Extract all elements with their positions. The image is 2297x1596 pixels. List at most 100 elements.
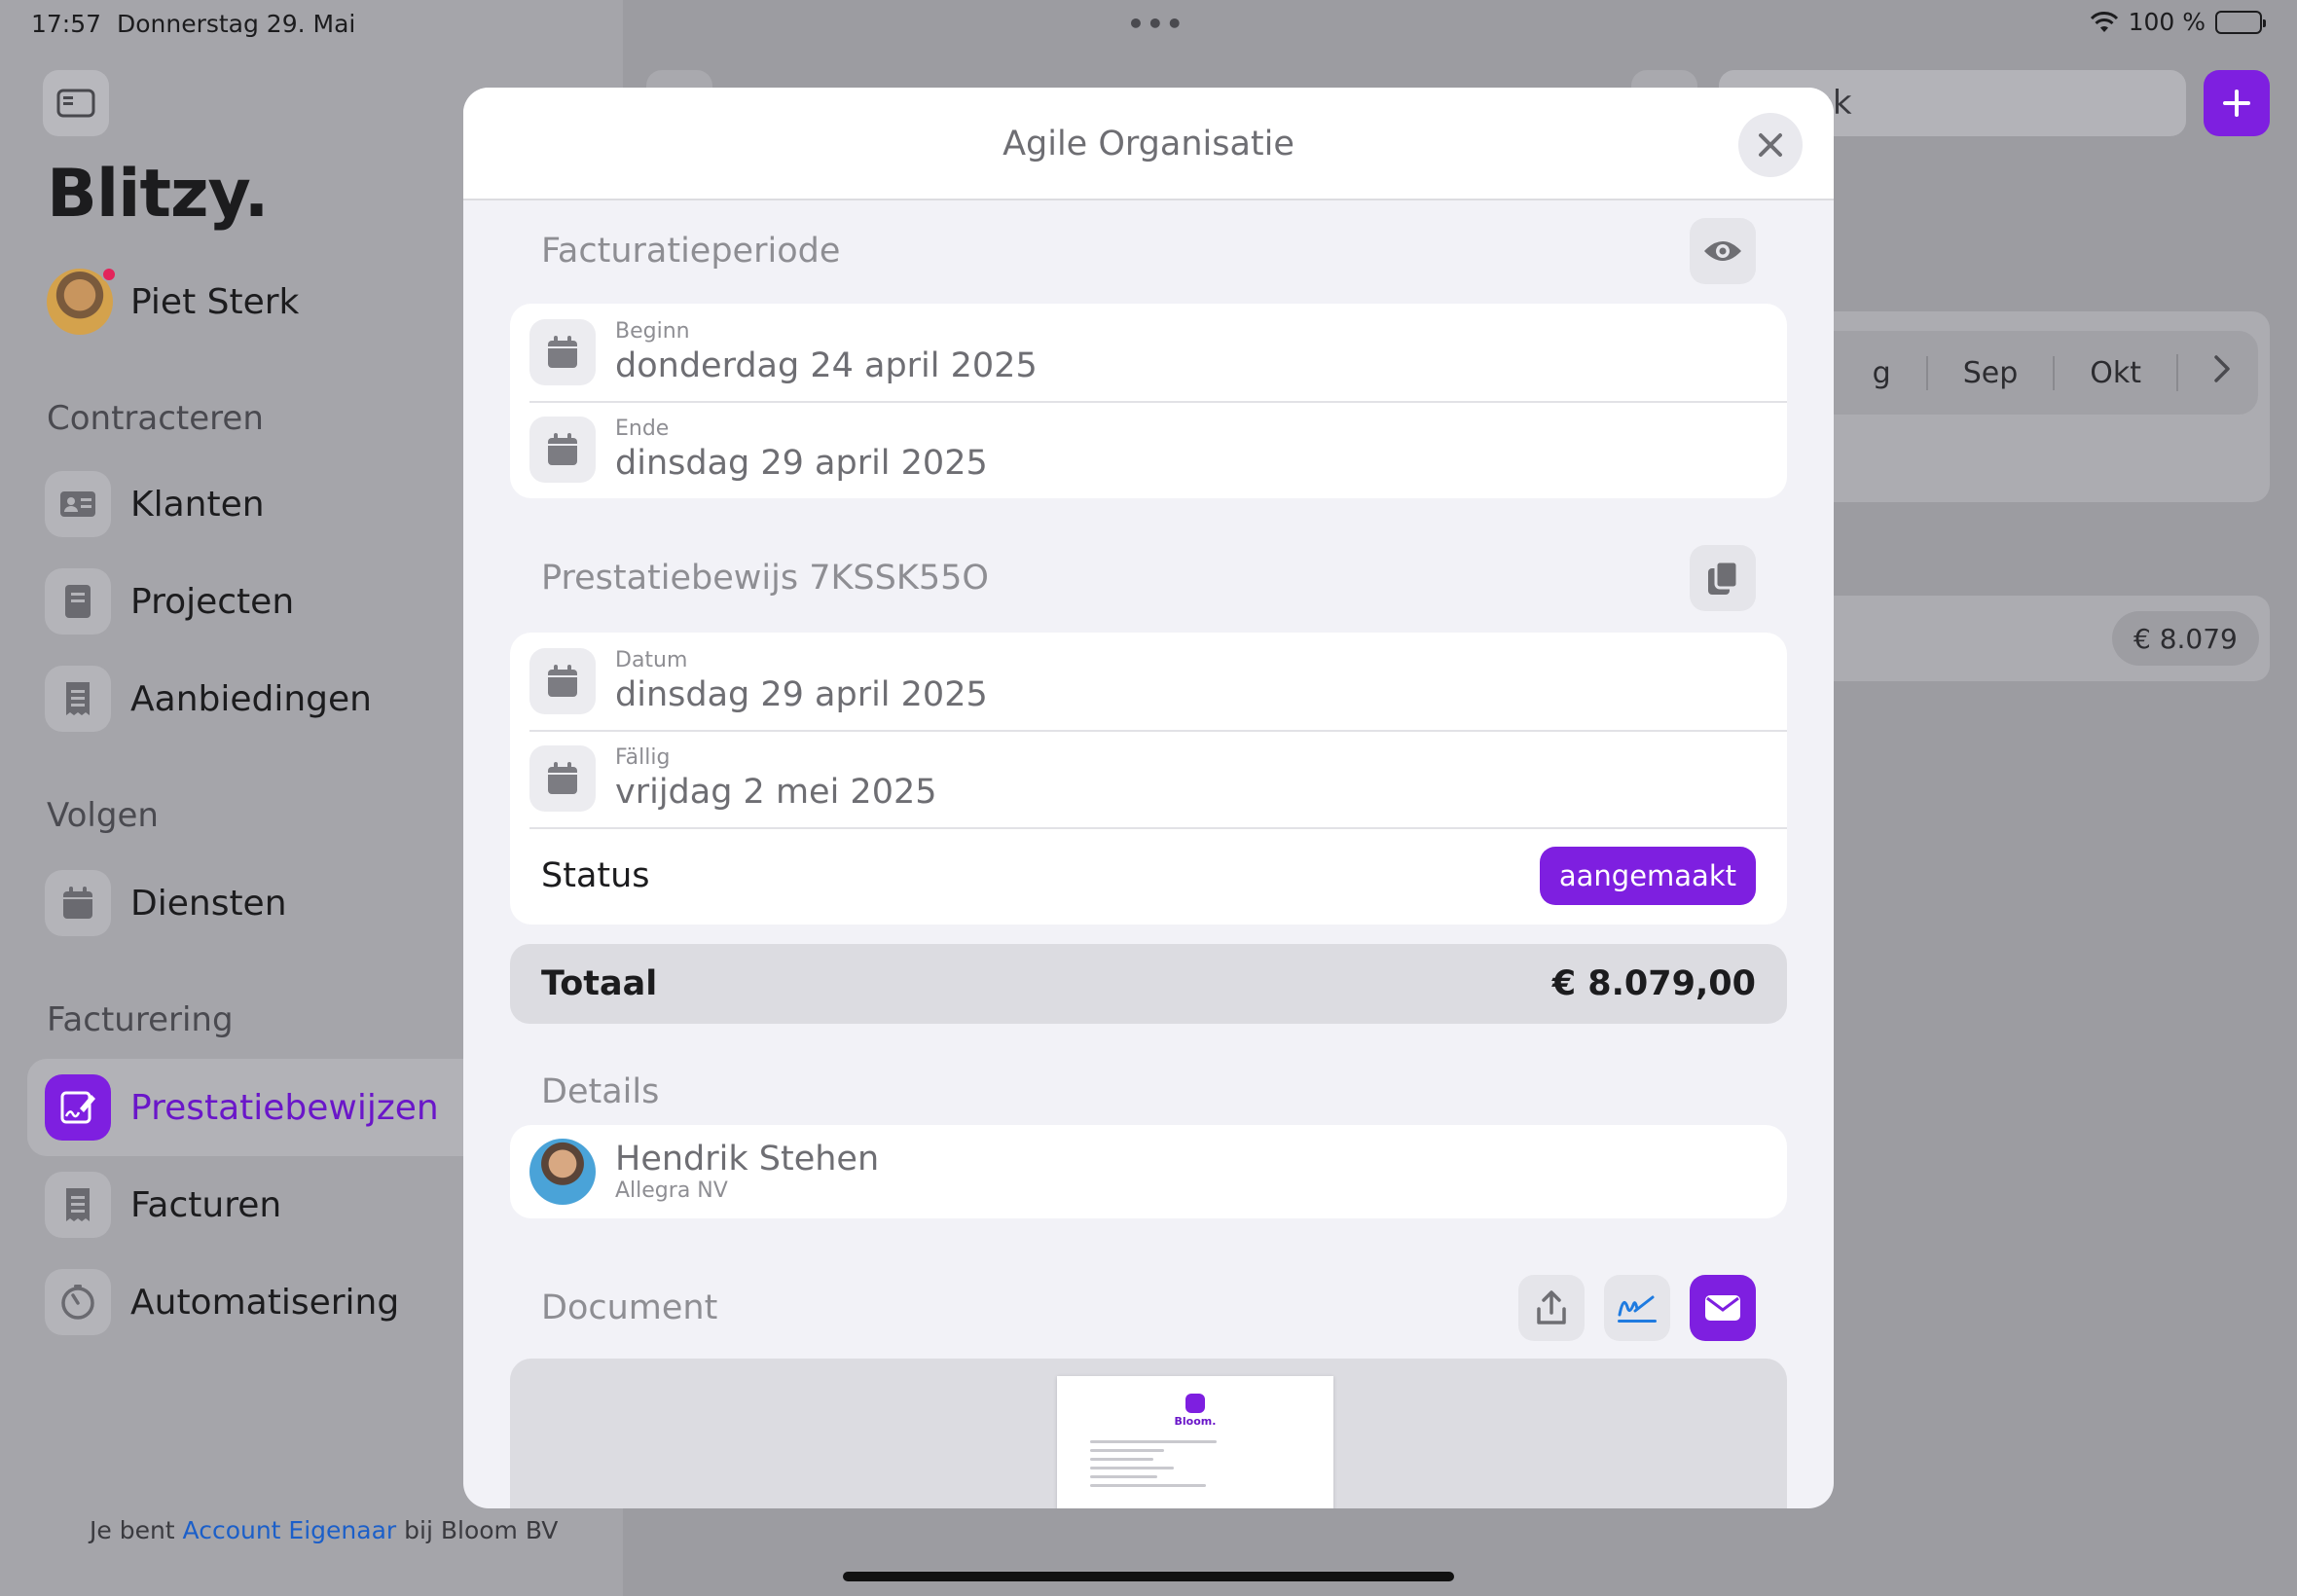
role-note-suffix: bij Bloom BV	[396, 1516, 559, 1544]
home-indicator[interactable]	[843, 1572, 1454, 1581]
document-page-thumbnail[interactable]: Bloom.	[1057, 1376, 1333, 1508]
account-owner-link[interactable]: Account Eigenaar	[183, 1516, 397, 1544]
sidebar-toggle-button[interactable]	[43, 70, 109, 136]
status-row: Status aangemaakt	[510, 827, 1787, 925]
end-date-row[interactable]: Ende dinsdag 29 april 2025	[510, 401, 1787, 498]
role-note-prefix: Je bent	[90, 1516, 183, 1544]
status-badge[interactable]: aangemaakt	[1539, 847, 1756, 905]
sidebar-item-label: Klanten	[130, 484, 265, 525]
sidebar-icon	[56, 89, 95, 118]
receipt-icon	[45, 1172, 111, 1238]
contact-row[interactable]: Hendrik Stehen Allegra NV	[510, 1125, 1787, 1218]
month-item[interactable]: g	[1838, 356, 1926, 390]
end-date-label: Ende	[615, 417, 670, 441]
date-row[interactable]: Datum dinsdag 29 april 2025	[510, 633, 1787, 730]
status-time: 17:57	[31, 10, 102, 38]
avatar	[529, 1139, 596, 1205]
due-date-row[interactable]: Fällig vrijdag 2 mei 2025	[510, 730, 1787, 827]
mail-icon	[1705, 1295, 1740, 1321]
close-button[interactable]	[1738, 113, 1803, 177]
end-date-value: dinsdag 29 april 2025	[615, 444, 988, 483]
sidebar-item-label: Diensten	[130, 883, 287, 924]
battery-icon	[2215, 10, 2266, 34]
status-bar: 17:57 Donnerstag 29. Mai ••• 100 %	[0, 0, 2297, 47]
copy-button[interactable]	[1690, 545, 1756, 611]
timer-icon	[45, 1269, 111, 1335]
start-date-row[interactable]: Beginn donderdag 24 april 2025	[510, 304, 1787, 401]
section-title-billing-period: Facturatieperiode	[541, 232, 841, 271]
modal-header: Agile Organisatie	[463, 88, 1834, 200]
status-date: Donnerstag 29. Mai	[116, 10, 356, 38]
chevron-right-icon[interactable]	[2176, 354, 2241, 391]
month-item[interactable]: Okt	[2053, 355, 2176, 390]
share-button[interactable]	[1518, 1275, 1585, 1341]
document-actions	[1518, 1275, 1756, 1341]
month-item[interactable]: Sep	[1925, 355, 2054, 390]
receipt-icon	[45, 666, 111, 732]
proof-group: Datum dinsdag 29 april 2025 Fällig vrijdag…	[510, 633, 1787, 925]
status-label: Status	[541, 856, 650, 895]
close-icon	[1759, 133, 1782, 157]
avatar	[47, 267, 117, 335]
start-date-value: donderdag 24 april 2025	[615, 346, 1038, 385]
due-date-value: vrijdag 2 mei 2025	[615, 773, 937, 812]
battery-percent: 100 %	[2128, 8, 2206, 36]
sign-button[interactable]	[1604, 1275, 1670, 1341]
due-date-label: Fällig	[615, 745, 671, 770]
section-title-details: Details	[541, 1072, 660, 1111]
section-title-proof: Prestatiebewijs 7KSSK55O	[541, 559, 989, 598]
document-preview[interactable]: Bloom.	[510, 1359, 1787, 1508]
sidebar-item-label: Facturen	[130, 1184, 282, 1225]
modal-title: Agile Organisatie	[1003, 125, 1294, 163]
signed-document-icon	[45, 1074, 111, 1141]
section-title-document: Document	[541, 1288, 718, 1327]
detail-modal: Agile Organisatie Facturatieperiode Begi…	[463, 88, 1834, 1508]
section-label-volgen: Volgen	[47, 796, 159, 835]
notification-dot	[101, 267, 117, 282]
copy-icon	[1708, 560, 1739, 595]
total-bar: Totaal € 8.079,00	[510, 944, 1787, 1024]
contact-card-icon	[45, 471, 111, 537]
total-value: € 8.079,00	[1551, 964, 1756, 1003]
month-selector[interactable]: g Sep Okt	[1810, 331, 2258, 415]
user-name: Piet Sterk	[130, 281, 300, 322]
status-right: 100 %	[2090, 8, 2266, 36]
preview-button[interactable]	[1690, 218, 1756, 284]
plus-icon	[2223, 90, 2250, 117]
signature-icon	[1618, 1295, 1657, 1323]
document-text-lines	[1090, 1440, 1300, 1493]
date-label: Datum	[615, 648, 688, 672]
sidebar-item-label: Prestatiebewijzen	[130, 1087, 439, 1128]
eye-icon	[1704, 241, 1741, 261]
document-brand: Bloom.	[1174, 1415, 1217, 1428]
role-note: Je bent Account Eigenaar bij Bloom BV	[90, 1516, 558, 1544]
contact-company: Allegra NV	[615, 1179, 728, 1203]
book-icon	[45, 568, 111, 635]
date-value: dinsdag 29 april 2025	[615, 675, 988, 714]
calendar-icon	[529, 745, 596, 812]
user-profile[interactable]: Piet Sterk	[47, 267, 300, 335]
billing-period-group: Beginn donderdag 24 april 2025 Ende dinsda…	[510, 304, 1787, 498]
bloom-logo-icon	[1185, 1394, 1205, 1413]
contact-name: Hendrik Stehen	[615, 1140, 880, 1179]
share-icon	[1537, 1290, 1566, 1324]
add-button[interactable]	[2204, 70, 2270, 136]
start-date-label: Beginn	[615, 319, 690, 344]
calendar-icon	[45, 870, 111, 936]
calendar-icon	[529, 648, 596, 714]
multitasking-dots-icon[interactable]: •••	[1127, 8, 1185, 40]
calendar-icon	[529, 417, 596, 483]
wifi-icon	[2090, 11, 2118, 32]
section-label-contracteren: Contracteren	[47, 399, 264, 438]
sidebar-item-label: Aanbiedingen	[130, 678, 372, 719]
sidebar-item-label: Projecten	[130, 581, 295, 622]
amount-badge: € 8.079	[2112, 611, 2259, 666]
total-label: Totaal	[541, 964, 658, 1003]
app-title: Blitzy.	[47, 156, 269, 233]
email-button[interactable]	[1690, 1275, 1756, 1341]
sidebar-item-label: Automatisering	[130, 1282, 400, 1323]
details-group: Hendrik Stehen Allegra NV	[510, 1125, 1787, 1218]
status-time-date: 17:57 Donnerstag 29. Mai	[31, 10, 355, 38]
calendar-icon	[529, 319, 596, 385]
section-label-facturering: Facturering	[47, 1000, 234, 1039]
